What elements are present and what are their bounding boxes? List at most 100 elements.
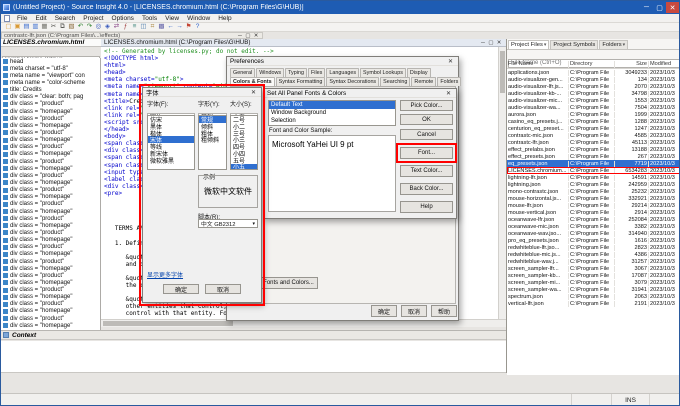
menu-options[interactable]: Options [108,15,138,22]
menu-view[interactable]: View [161,15,183,22]
symbol-item[interactable]: div class = "homepage" [1,122,100,129]
symbol-item[interactable]: meta name = "viewport" con [1,72,100,79]
list-item[interactable]: 小五 [231,164,257,170]
cancel-button[interactable]: Cancel [400,129,453,140]
table-row[interactable]: mono-contrastc.jsonC:\Program File252322… [507,188,680,195]
column-header-modified[interactable]: Modified [649,61,680,68]
symbol-item[interactable]: div class = "homepage" [1,294,100,301]
symbol-item[interactable]: div class = "product" [1,187,100,194]
bookmark-icon[interactable]: ⚑ [184,23,193,31]
maximize-icon[interactable]: ▢ [653,2,666,13]
scrollbar-thumb[interactable] [500,51,505,93]
inactive-window-titlebar[interactable]: contrastc-lfr.json (C:\Program Files\...… [1,32,263,39]
table-row[interactable]: screen_sampler-lfr...C:\Program File3067… [507,265,680,272]
symbol-item[interactable]: title: Credits [1,87,100,94]
table-row[interactable]: audio-visualizer-wa...C:\Program File750… [507,104,680,111]
browse-symbols-icon[interactable]: ƒ [121,23,130,31]
symbol-item[interactable]: div class = "product" [1,172,100,179]
tab-symbol-lookups[interactable]: Symbol Lookups [360,68,406,77]
symbol-item[interactable]: div class = "product" [1,101,100,108]
menu-project[interactable]: Project [79,15,107,22]
context-panel-header[interactable]: Context [1,330,506,340]
symbol-item[interactable]: div class = "product" [1,144,100,151]
symbol-item[interactable]: div class = "product" [1,201,100,208]
menu-search[interactable]: Search [51,15,80,22]
tab-languages[interactable]: Languages [326,68,359,77]
symbol-item[interactable]: meta charset = "utf-8" [1,65,100,72]
symbol-item[interactable]: div class = "product" [1,158,100,165]
active-window-titlebar[interactable]: LICENSES.chromium.html (C:\Program Files… [101,39,506,47]
undo-icon[interactable]: ↶ [76,23,85,31]
list-item[interactable]: 粗倾斜 [199,136,226,143]
tab-syntax-formatting[interactable]: Syntax Formatting [276,77,326,86]
table-row[interactable]: redwhiteblue-mic.js...C:\Program File438… [507,251,680,258]
table-row[interactable]: pro_eq_presets.jsonC:\Program File161620… [507,237,680,244]
editor-vscrollbar[interactable] [498,47,506,319]
close-icon[interactable]: ✕ [495,40,503,46]
table-row[interactable]: redwhiteblue-wav.j...C:\Program File3125… [507,258,680,265]
symbol-item[interactable]: div class = "product" [1,215,100,222]
menu-window[interactable]: Window [183,15,214,22]
context-window-icon[interactable]: ◫ [139,23,148,31]
ok-button[interactable]: 确定 [371,305,397,317]
licenses-file-row[interactable]: LICENSES.chromium...C:\Program File65342… [507,167,680,174]
column-header-file-name[interactable]: File Name [507,61,569,68]
go-forward-icon[interactable]: → [175,23,184,31]
save-icon[interactable]: ▤ [22,23,31,31]
help-button[interactable]: 帮助 [431,305,457,317]
ok-button[interactable]: OK [400,114,453,125]
minimize-icon[interactable]: ─ [479,40,487,46]
cancel-button[interactable]: 取消 [205,284,241,294]
close-icon[interactable]: ✕ [249,89,258,96]
tab-project-symbols[interactable]: Project Symbols [550,40,598,49]
table-row[interactable]: redwhiteblue-lfr.jso...C:\Program File28… [507,244,680,251]
help-icon[interactable]: ? [193,23,202,31]
minimize-icon[interactable]: ─ [640,2,653,13]
close-icon[interactable]: ✕ [444,90,453,97]
table-row[interactable]: contrastc-lfr.jsonC:\Program File4511320… [507,139,680,146]
column-header-size[interactable]: Size [615,61,649,68]
tab-remote[interactable]: Remote [411,77,436,86]
document-icon[interactable] [4,15,10,22]
tab-syntax-decorations[interactable]: Syntax Decorations [326,77,379,86]
symbol-item[interactable]: div class = "homepage" [1,137,100,144]
context-panel-body[interactable] [1,341,506,373]
list-item[interactable]: 微软雅黑 [148,157,194,164]
pick-color-button[interactable]: Pick Color... [400,100,453,111]
ok-button[interactable]: 确定 [163,284,199,294]
symbol-item[interactable]: div class = "homepage" [1,165,100,172]
search-files-icon[interactable]: ◈ [103,23,112,31]
symbol-item[interactable]: div class = "product" [1,315,100,322]
redo-icon[interactable]: ↷ [85,23,94,31]
table-row[interactable]: audio-visualizer-lfr.js...C:\Program Fil… [507,83,680,90]
minimize-icon[interactable]: ─ [236,33,244,39]
symbol-item[interactable]: div class = "product" [1,272,100,279]
close-icon[interactable]: ✕ [446,58,455,65]
tab-project-files[interactable]: Project Files▾ [508,40,549,49]
back-color-button[interactable]: Back Color... [400,183,453,195]
symbol-item[interactable]: div class = "homepage" [1,279,100,286]
symbol-item[interactable]: div class = "product" [1,301,100,308]
symbol-item[interactable]: div class = "homepage" [1,108,100,115]
symbol-item[interactable]: div class = "homepage" [1,265,100,272]
symbol-item[interactable]: div class = "product" [1,229,100,236]
maximize-icon[interactable]: ▢ [244,33,252,39]
replace-icon[interactable]: ⇄ [112,23,121,31]
new-file-icon[interactable]: ▢ [4,23,13,31]
tab-colors-fonts[interactable]: Colors & Fonts [230,77,275,86]
symbol-item[interactable]: div class = "product" [1,258,100,265]
cut-icon[interactable]: ✂ [49,23,58,31]
go-back-icon[interactable]: ← [166,23,175,31]
symbol-item[interactable]: head [1,58,100,65]
column-header-directory[interactable]: Directory [569,61,615,68]
menu-edit[interactable]: Edit [31,15,50,22]
symbol-item[interactable]: div class = "homepage" [1,251,100,258]
table-row[interactable]: mouse-lfr.jsonC:\Program File292142023/1… [507,202,680,209]
symbol-item[interactable]: meta name = "color-scheme [1,79,100,86]
symbol-item[interactable]: div class = "clear: both; pag [1,94,100,101]
menu-help[interactable]: Help [214,15,235,22]
symbol-item[interactable]: div class = "homepage" [1,237,100,244]
table-row[interactable]: applications.jsonC:\Program File30492332… [507,69,680,76]
tab-windows[interactable]: Windows [256,68,284,77]
tab-general[interactable]: General [230,68,255,77]
